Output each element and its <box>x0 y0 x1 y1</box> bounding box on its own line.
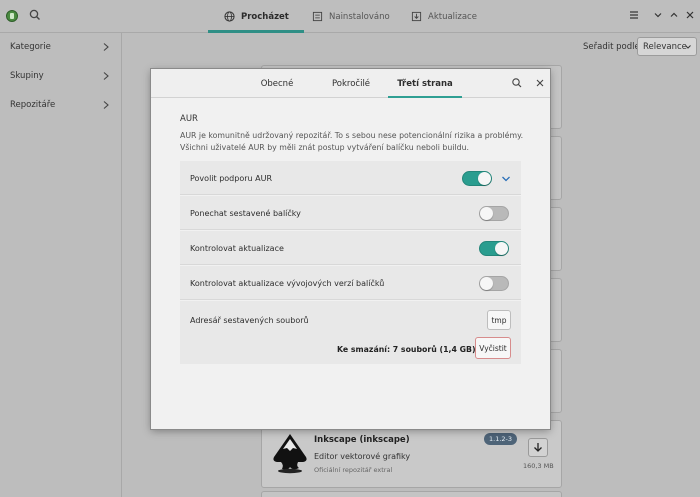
tab-browse-label: Procházet <box>241 11 289 22</box>
updates-icon <box>411 11 422 22</box>
sidebar-item-groups[interactable]: Skupiny <box>0 62 121 90</box>
setting-label: Ponechat sestavené balíčky <box>190 209 301 218</box>
close-icon[interactable] <box>534 77 546 89</box>
setting-row-build-dir: Adresář sestavených souborů tmp Ke smazá… <box>180 301 521 364</box>
minimize-icon[interactable] <box>652 9 664 21</box>
chevron-right-icon <box>103 43 109 51</box>
package-size: 160,3 MB <box>523 462 554 470</box>
tab-third-party[interactable]: Třetí strana <box>388 69 462 98</box>
section-description-line: Všichni uživatelé AUR by měli znát postu… <box>180 143 469 152</box>
chevron-down-icon[interactable] <box>501 175 511 183</box>
setting-label: Adresář sestavených souborů <box>190 316 309 325</box>
to-delete-info: Ke smazání: 7 souborů (1,4 GB) <box>337 345 476 354</box>
tab-advanced[interactable]: Pokročilé <box>321 69 381 98</box>
sidebar-item-categories[interactable]: Kategorie <box>0 33 121 61</box>
sort-select[interactable]: Relevance <box>637 37 697 56</box>
tab-updates[interactable]: Aktualizace <box>411 0 477 33</box>
check-dev-updates-switch[interactable] <box>479 276 509 291</box>
active-tab-indicator <box>388 96 462 98</box>
tab-general[interactable]: Obecné <box>247 69 307 98</box>
sidebar-item-label: Kategorie <box>10 42 51 52</box>
tab-third-party-label: Třetí strana <box>397 78 453 89</box>
section-description: AUR je komunitně udržovaný repozitář. To… <box>180 130 540 154</box>
package-repository: Oficiální repozitář extral <box>314 466 393 474</box>
tab-general-label: Obecné <box>260 78 294 89</box>
build-dir-button-label: tmp <box>491 315 507 325</box>
clean-button-label: Vyčistit <box>479 343 507 353</box>
tab-installed[interactable]: Nainstalováno <box>312 0 390 33</box>
app-logo-icon <box>6 10 18 22</box>
keep-built-switch[interactable] <box>479 206 509 221</box>
header-bar: Procházet Nainstalováno Aktualizace <box>0 0 700 33</box>
chevron-right-icon <box>103 72 109 80</box>
active-tab-indicator <box>208 30 304 33</box>
sort-label: Seřadit podle <box>583 42 640 52</box>
chevron-right-icon <box>103 101 109 109</box>
download-icon <box>534 443 542 452</box>
section-title: AUR <box>180 114 198 124</box>
globe-icon <box>224 11 235 22</box>
switch-knob <box>478 172 491 185</box>
close-window-icon[interactable] <box>684 9 696 21</box>
setting-label: Kontrolovat aktualizace <box>190 244 284 253</box>
setting-row-check-dev-updates: Kontrolovat aktualizace vývojových verzí… <box>180 266 521 300</box>
inkscape-logo-icon <box>273 434 307 474</box>
tab-updates-label: Aktualizace <box>428 11 477 22</box>
enable-aur-switch[interactable] <box>462 171 492 186</box>
preferences-dialog: Obecné Pokročilé Třetí strana AUR AUR je… <box>151 69 550 429</box>
sidebar-item-label: Repozitáře <box>10 100 56 110</box>
search-icon[interactable] <box>28 8 42 22</box>
tab-installed-label: Nainstalováno <box>329 11 390 22</box>
installed-icon <box>312 11 323 22</box>
sort-value: Relevance <box>643 41 687 52</box>
switch-knob <box>480 207 493 220</box>
version-badge: 1.1.2-3 <box>484 433 518 445</box>
sidebar: Kategorie Skupiny Repozitáře <box>0 33 122 497</box>
build-dir-button[interactable]: tmp <box>487 310 511 330</box>
tab-advanced-label: Pokročilé <box>331 78 371 89</box>
package-card-inkscape[interactable]: Inkscape (inkscape) Editor vektorové gra… <box>261 420 562 488</box>
setting-row-check-updates: Kontrolovat aktualizace <box>180 231 521 265</box>
switch-knob <box>495 242 508 255</box>
sidebar-item-label: Skupiny <box>10 71 44 81</box>
package-card[interactable] <box>261 491 562 497</box>
check-updates-switch[interactable] <box>479 241 509 256</box>
dialog-header: Obecné Pokročilé Třetí strana <box>151 69 550 98</box>
package-description: Editor vektorové grafiky <box>314 452 411 461</box>
search-icon[interactable] <box>511 77 523 89</box>
clean-button[interactable]: Vyčistit <box>475 337 511 359</box>
maximize-icon[interactable] <box>668 9 680 21</box>
aur-settings-list: Povolit podporu AUR Ponechat sestavené b… <box>180 161 521 364</box>
setting-label: Povolit podporu AUR <box>190 174 272 183</box>
sidebar-item-repositories[interactable]: Repozitáře <box>0 91 121 119</box>
tab-browse[interactable]: Procházet <box>208 0 304 33</box>
package-title: Inkscape (inkscape) <box>314 435 410 445</box>
menu-icon[interactable] <box>628 9 640 21</box>
setting-row-keep-built: Ponechat sestavené balíčky <box>180 196 521 230</box>
install-button[interactable] <box>528 438 548 457</box>
setting-label: Kontrolovat aktualizace vývojových verzí… <box>190 279 385 288</box>
section-description-line: AUR je komunitně udržovaný repozitář. To… <box>180 131 524 140</box>
chevron-down-icon <box>685 45 691 49</box>
setting-row-enable-aur: Povolit podporu AUR <box>180 161 521 195</box>
switch-knob <box>480 277 493 290</box>
